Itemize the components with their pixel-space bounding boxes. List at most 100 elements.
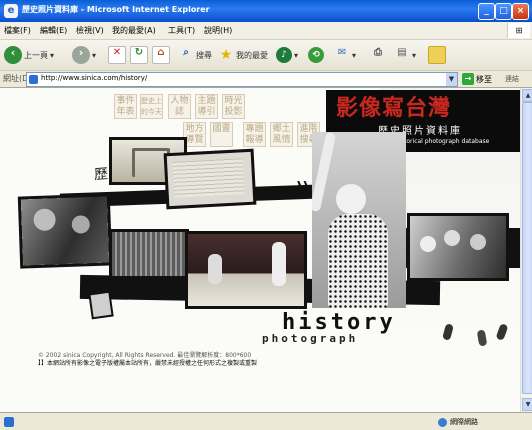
back-dropdown-icon: ▾ bbox=[50, 50, 55, 60]
print-icon: ⎙ bbox=[374, 47, 382, 58]
edit-icon: ▤ bbox=[397, 47, 407, 58]
edit-dropdown-icon: ▾ bbox=[412, 50, 417, 60]
status-bar: 網際網路 bbox=[0, 412, 532, 430]
notice-text: 】】本網站所有影像之電子版權屬本站所有，嚴禁未經授權之任何形式之複製或重製 bbox=[38, 360, 258, 367]
mail-icon: ✉ bbox=[337, 47, 347, 58]
toolbar: ‹ 上一頁 ▾ › ▾ ✕ ↻ ⌂ ⌕ 搜尋 ★ 我的最愛 ♪ ▾ ⟲ ✉ ▾ … bbox=[0, 40, 532, 71]
print-button[interactable]: ⎙ bbox=[370, 44, 386, 66]
page-icon bbox=[29, 75, 38, 84]
zone-label: 網際網路 bbox=[450, 418, 478, 426]
meeting-head-2 bbox=[444, 230, 460, 246]
nav-button-8[interactable]: 專題報導 bbox=[243, 122, 266, 147]
menu-help[interactable]: 說明(H) bbox=[204, 25, 232, 36]
nav-button-3[interactable]: 人物誌 bbox=[168, 94, 191, 119]
meeting-photo[interactable] bbox=[410, 216, 506, 278]
stamp-photo[interactable] bbox=[90, 292, 112, 318]
refresh-button[interactable]: ↻ bbox=[130, 44, 148, 66]
batter-figure bbox=[272, 242, 286, 286]
menu-favorites[interactable]: 我的最愛(A) bbox=[112, 25, 156, 36]
vertical-scrollbar[interactable]: ▲ ▼ bbox=[520, 88, 532, 412]
folder-icon bbox=[428, 46, 446, 64]
back-label: 上一頁 bbox=[24, 50, 48, 60]
ie-logo-icon: e bbox=[4, 4, 18, 18]
favorites-button[interactable]: ★ 我的最愛 bbox=[218, 44, 268, 66]
history-button[interactable]: ⟲ bbox=[308, 44, 324, 66]
document-lines bbox=[173, 158, 245, 198]
nav-button-9[interactable]: 鄉土風情 bbox=[270, 122, 293, 147]
nav-button-7[interactable]: 國畫 bbox=[210, 122, 233, 147]
edit-button[interactable]: ▤ ▾ bbox=[394, 44, 416, 66]
photograph-wordmark: photograph bbox=[262, 332, 359, 345]
browser-window: e 歷史照片資料庫 - Microsoft Internet Explorer … bbox=[0, 0, 532, 430]
nav-button-1[interactable]: 事件年表 bbox=[114, 94, 137, 119]
scroll-down-icon[interactable]: ▼ bbox=[522, 398, 532, 411]
close-button[interactable]: × bbox=[512, 3, 529, 20]
back-arrow-icon: ‹ bbox=[4, 46, 22, 64]
menu-tools[interactable]: 工具(T) bbox=[168, 25, 195, 36]
meeting-head-3 bbox=[470, 234, 486, 250]
go-label: 移至 bbox=[476, 74, 492, 84]
nav-button-4[interactable]: 主題導引 bbox=[195, 94, 218, 119]
search-button[interactable]: ⌕ 搜尋 bbox=[178, 44, 212, 66]
search-icon: ⌕ bbox=[183, 47, 189, 58]
quote-marks: )) bbox=[296, 180, 309, 196]
window-title: 歷史照片資料庫 - Microsoft Internet Explorer bbox=[22, 5, 210, 14]
address-dropdown-icon[interactable]: ▼ bbox=[446, 73, 457, 86]
back-button[interactable]: ‹ 上一頁 ▾ bbox=[4, 44, 54, 66]
scroll-thumb[interactable] bbox=[522, 102, 532, 394]
mail-button[interactable]: ✉ ▾ bbox=[334, 44, 356, 66]
status-page-icon bbox=[4, 417, 14, 427]
nav-button-2[interactable]: 歷史上的今天 bbox=[140, 94, 163, 119]
search-label: 搜尋 bbox=[196, 50, 212, 60]
crowd-photo[interactable] bbox=[112, 232, 186, 276]
scroll-up-icon[interactable]: ▲ bbox=[522, 89, 532, 102]
media-dropdown-icon: ▾ bbox=[294, 50, 299, 60]
logo-title[interactable]: 影像寫台灣 bbox=[336, 90, 451, 122]
links-label[interactable]: 連結 bbox=[505, 74, 519, 84]
officials-photo[interactable] bbox=[20, 196, 110, 266]
dancer-raised-arm bbox=[312, 132, 337, 213]
folder-button[interactable] bbox=[428, 44, 446, 66]
dancer-dress bbox=[328, 214, 388, 308]
catcher-figure bbox=[208, 254, 222, 284]
baseball-photo[interactable] bbox=[188, 234, 304, 306]
mail-dropdown-icon: ▾ bbox=[352, 50, 357, 60]
dancer-head bbox=[336, 184, 366, 214]
menu-edit[interactable]: 編輯(E) bbox=[40, 25, 67, 36]
forward-arrow-icon: › bbox=[72, 46, 90, 64]
official-head-1 bbox=[33, 208, 56, 232]
gate-arch bbox=[132, 148, 170, 177]
stop-icon: ✕ bbox=[108, 46, 126, 64]
history-icon: ⟲ bbox=[308, 47, 324, 63]
nav-button-6[interactable]: 地方導覽 bbox=[183, 122, 206, 147]
refresh-icon: ↻ bbox=[130, 46, 148, 64]
favorites-label: 我的最愛 bbox=[236, 50, 268, 60]
home-button[interactable]: ⌂ bbox=[152, 44, 170, 66]
go-arrow-icon: → bbox=[462, 73, 474, 85]
forward-button[interactable]: › ▾ bbox=[72, 44, 96, 66]
menu-view[interactable]: 檢視(V) bbox=[76, 25, 104, 36]
go-button[interactable]: → 移至 bbox=[462, 72, 492, 86]
document-photo[interactable] bbox=[166, 151, 254, 207]
menu-bar: 檔案(F) 編輯(E) 檢視(V) 我的最愛(A) 工具(T) 說明(H) ⊞ bbox=[0, 22, 532, 40]
address-field[interactable]: http://www.sinica.com/history/ ▼ bbox=[26, 72, 458, 87]
media-icon: ♪ bbox=[276, 47, 292, 63]
address-bar: 網址(D) http://www.sinica.com/history/ ▼ →… bbox=[0, 71, 532, 88]
media-button[interactable]: ♪ ▾ bbox=[276, 44, 298, 66]
home-icon: ⌂ bbox=[152, 46, 170, 64]
menu-file[interactable]: 檔案(F) bbox=[4, 25, 31, 36]
windows-flag-icon: ⊞ bbox=[507, 23, 530, 38]
title-bar: e 歷史照片資料庫 - Microsoft Internet Explorer … bbox=[0, 0, 532, 22]
stop-button[interactable]: ✕ bbox=[108, 44, 126, 66]
dancer-photo[interactable] bbox=[312, 132, 406, 308]
nav-button-5[interactable]: 時光投影 bbox=[222, 94, 245, 119]
maximize-button[interactable]: □ bbox=[495, 3, 512, 20]
meeting-head-1 bbox=[420, 236, 436, 252]
forward-dropdown-icon: ▾ bbox=[92, 50, 97, 60]
web-page: 影像寫台灣 歷史照片資料庫 Taiwan memory-historical p… bbox=[0, 88, 520, 412]
address-url: http://www.sinica.com/history/ bbox=[41, 74, 148, 82]
minimize-button[interactable]: _ bbox=[478, 3, 495, 20]
star-icon: ★ bbox=[219, 47, 233, 63]
internet-globe-icon bbox=[438, 417, 447, 427]
security-zone: 網際網路 bbox=[438, 417, 478, 427]
